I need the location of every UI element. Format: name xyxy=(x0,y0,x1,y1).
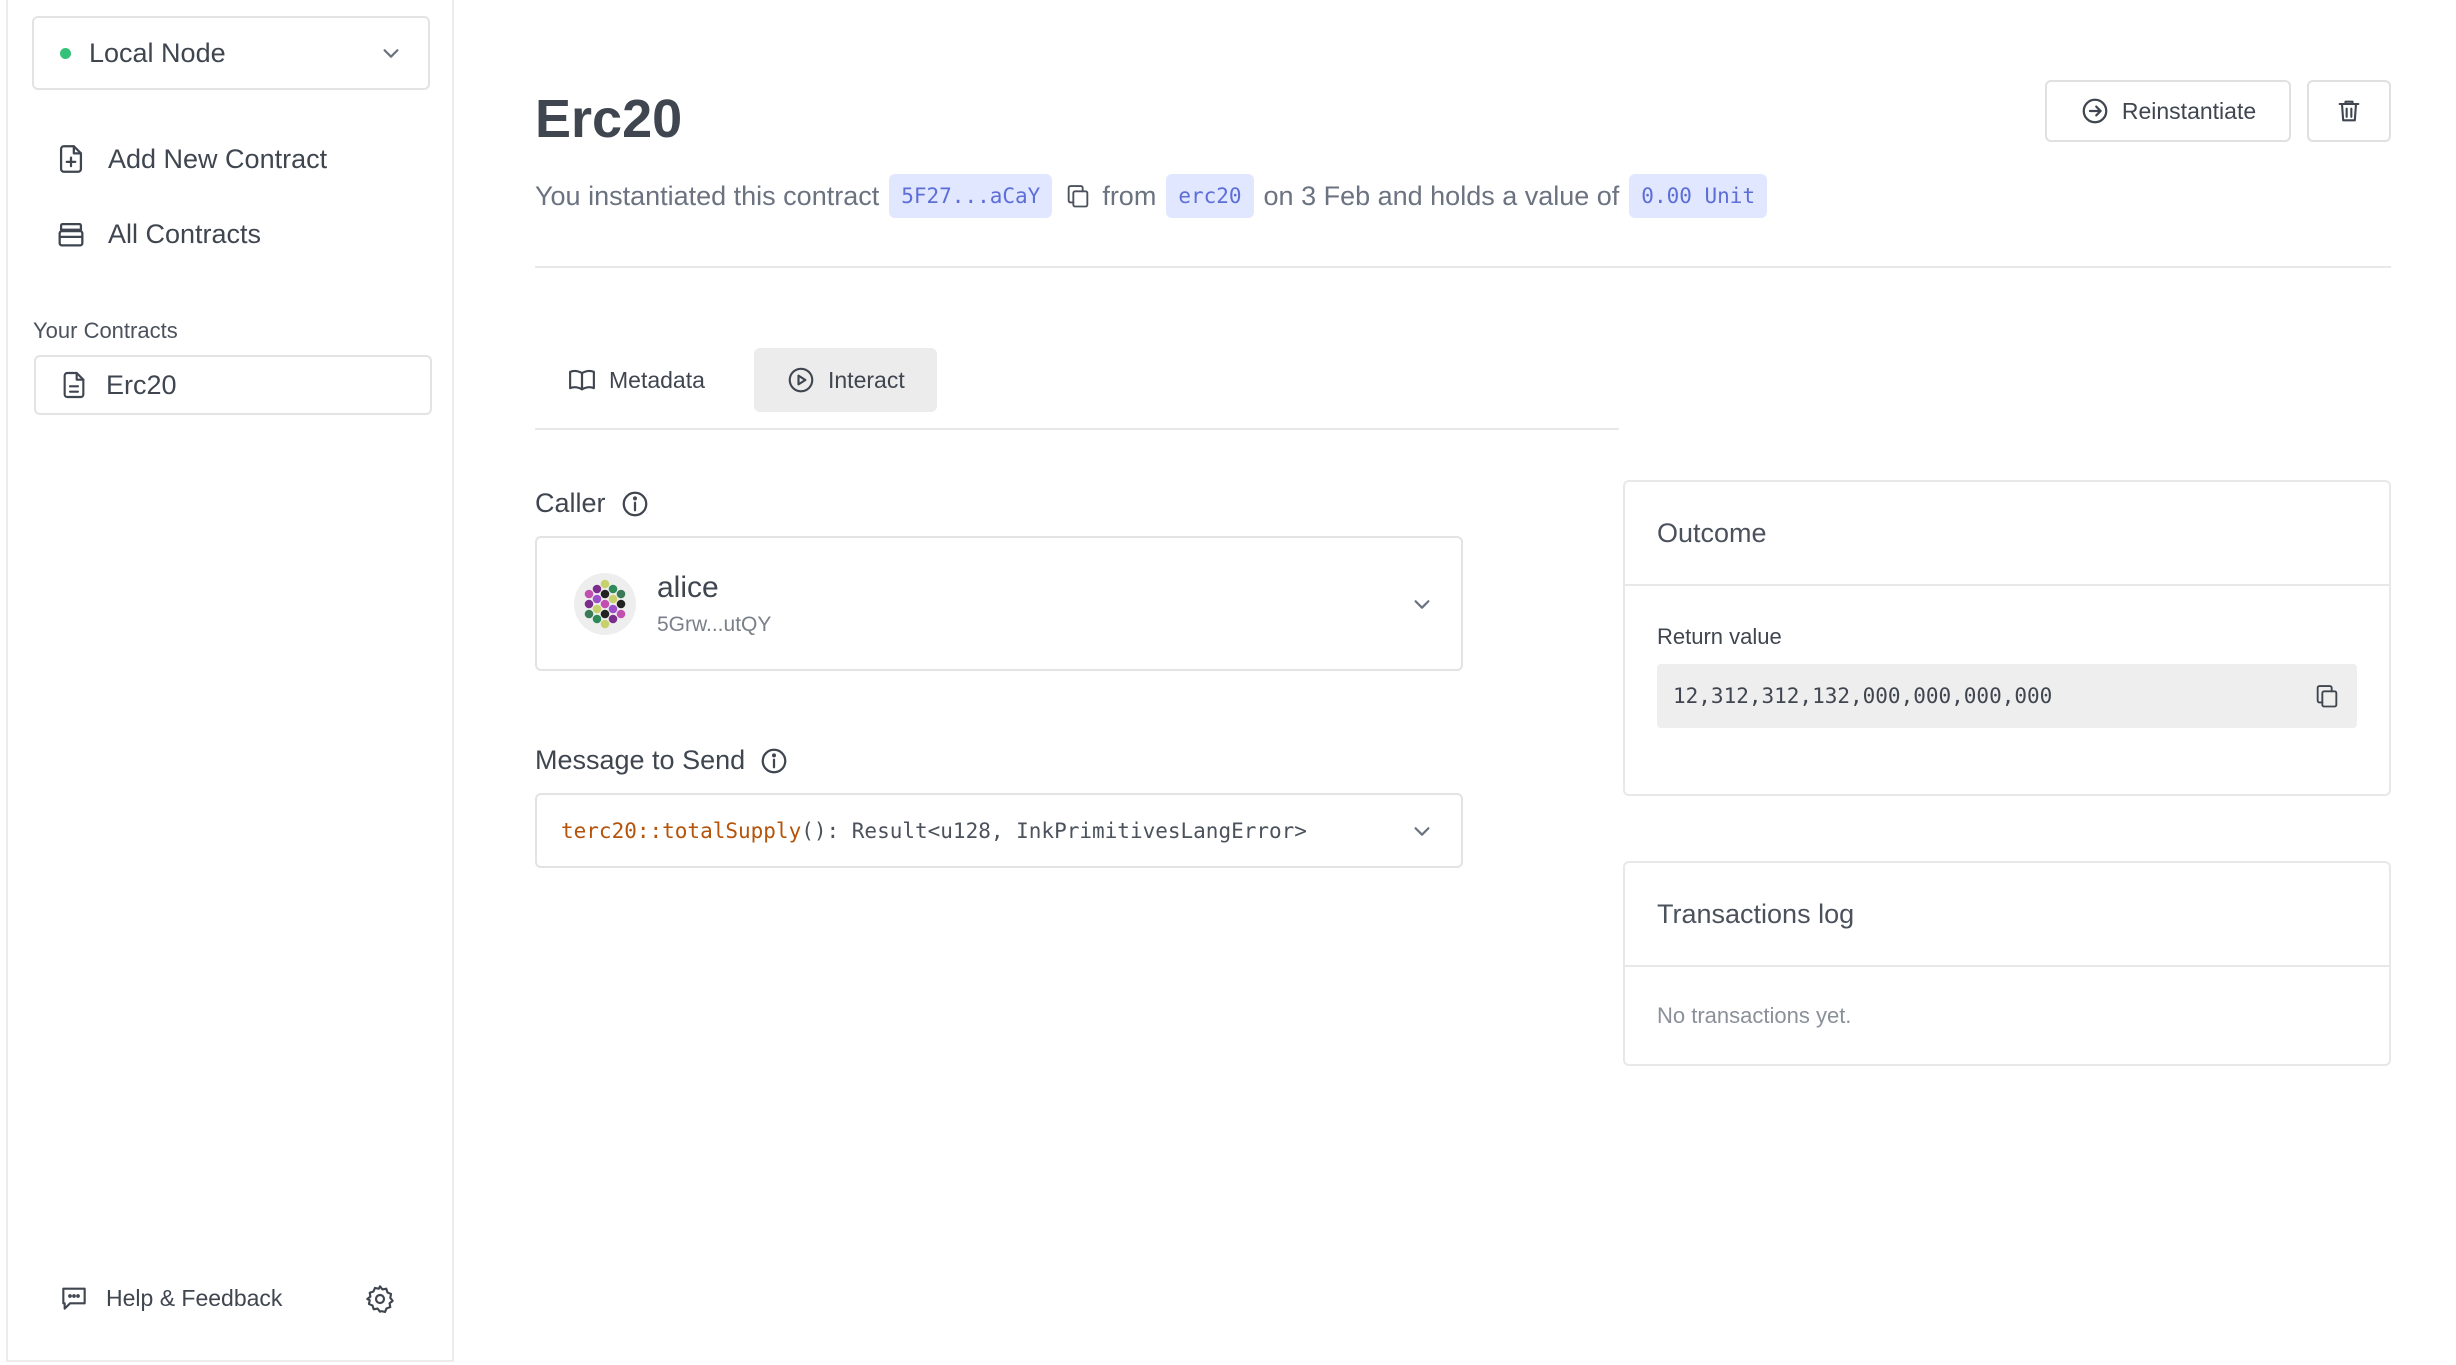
return-value-label: Return value xyxy=(1657,624,1782,649)
all-contracts-label: All Contracts xyxy=(108,218,262,249)
message-label: Message to Send xyxy=(535,745,789,776)
node-label: Local Node xyxy=(89,37,226,68)
caller-select[interactable]: alice 5Grw...utQY xyxy=(535,536,1463,671)
file-plus-icon xyxy=(59,145,83,173)
return-value: 12,312,312,132,000,000,000,000 xyxy=(1673,684,2053,708)
caller-label: Caller xyxy=(535,488,650,519)
add-new-contract-label: Add New Contract xyxy=(108,143,328,174)
reinstantiate-button[interactable]: Reinstantiate xyxy=(2045,80,2291,142)
caller-text: alice 5Grw...utQY xyxy=(657,571,1411,637)
tabs-divider xyxy=(535,428,1619,430)
copy-icon[interactable] xyxy=(2313,682,2341,710)
sidebar: Local Node Add New Contract All Contract… xyxy=(6,0,454,1362)
value-chip: 0.00 Unit xyxy=(1629,174,1768,218)
contract-title: Erc20 xyxy=(535,89,683,149)
return-value-field: 12,312,312,132,000,000,000,000 xyxy=(1657,664,2357,728)
message-signature: terc20::totalSupply(): Result<u128, InkP… xyxy=(561,819,1411,843)
caller-name: alice xyxy=(657,570,719,604)
delete-button[interactable] xyxy=(2307,80,2391,142)
chevron-down-icon xyxy=(383,49,399,58)
node-status-dot xyxy=(60,47,71,59)
message-label-text: Message to Send xyxy=(535,745,746,775)
subtitle-date: on 3 Feb and holds a value of xyxy=(1263,180,1620,211)
tab-interact[interactable]: Interact xyxy=(754,348,937,412)
tab-metadata[interactable]: Metadata xyxy=(535,348,737,412)
contract-subtitle: You instantiated this contract 5F27...aC… xyxy=(535,174,1777,218)
info-icon[interactable] xyxy=(759,746,789,776)
transactions-empty: No transactions yet. xyxy=(1657,1003,1852,1028)
transactions-panel: Transactions log No transactions yet. xyxy=(1623,861,2391,1066)
contract-item-label: Erc20 xyxy=(106,369,177,400)
chevron-down-icon xyxy=(1414,826,1430,836)
transactions-title: Transactions log xyxy=(1625,863,2389,967)
header-divider xyxy=(535,266,2391,268)
tab-interact-label: Interact xyxy=(828,366,905,393)
caller-address: 5Grw...utQY xyxy=(657,612,772,636)
node-select[interactable]: Local Node xyxy=(32,16,430,90)
caller-label-text: Caller xyxy=(535,488,606,518)
code-name-chip: erc20 xyxy=(1166,174,1254,218)
help-feedback-link[interactable]: Help & Feedback xyxy=(58,1282,282,1314)
document-icon xyxy=(63,371,85,399)
play-circle-icon xyxy=(788,367,814,393)
message-fn-name: terc20::totalSupply xyxy=(561,818,802,843)
outcome-title: Outcome xyxy=(1625,482,2389,586)
arrow-circle-right-icon xyxy=(2082,98,2108,124)
message-select[interactable]: terc20::totalSupply(): Result<u128, InkP… xyxy=(535,793,1463,868)
trash-icon xyxy=(2338,100,2360,122)
chat-icon xyxy=(62,1287,86,1310)
contract-address-chip: 5F27...aCaY xyxy=(889,174,1053,218)
subtitle-from: from xyxy=(1102,180,1157,211)
gear-icon[interactable] xyxy=(364,1283,396,1315)
subtitle-prefix: You instantiated this contract xyxy=(535,180,880,211)
reinstantiate-label: Reinstantiate xyxy=(2121,97,2257,124)
outcome-panel: Outcome Return value 12,312,312,132,000,… xyxy=(1623,480,2391,796)
all-contracts-link[interactable]: All Contracts xyxy=(54,217,261,251)
add-new-contract-link[interactable]: Add New Contract xyxy=(54,142,327,176)
avatar xyxy=(574,572,636,635)
book-icon xyxy=(569,369,595,391)
tab-metadata-label: Metadata xyxy=(609,366,705,393)
sidebar-item-erc20[interactable]: Erc20 xyxy=(34,355,432,415)
database-icon xyxy=(58,222,84,247)
copy-icon[interactable] xyxy=(1064,182,1092,210)
help-feedback-label: Help & Feedback xyxy=(106,1284,283,1311)
chevron-down-icon xyxy=(1414,599,1430,609)
your-contracts-heading: Your Contracts xyxy=(33,318,178,343)
message-fn-signature: (): Result<u128, InkPrimitivesLangError> xyxy=(801,818,1307,843)
info-icon[interactable] xyxy=(620,489,650,519)
